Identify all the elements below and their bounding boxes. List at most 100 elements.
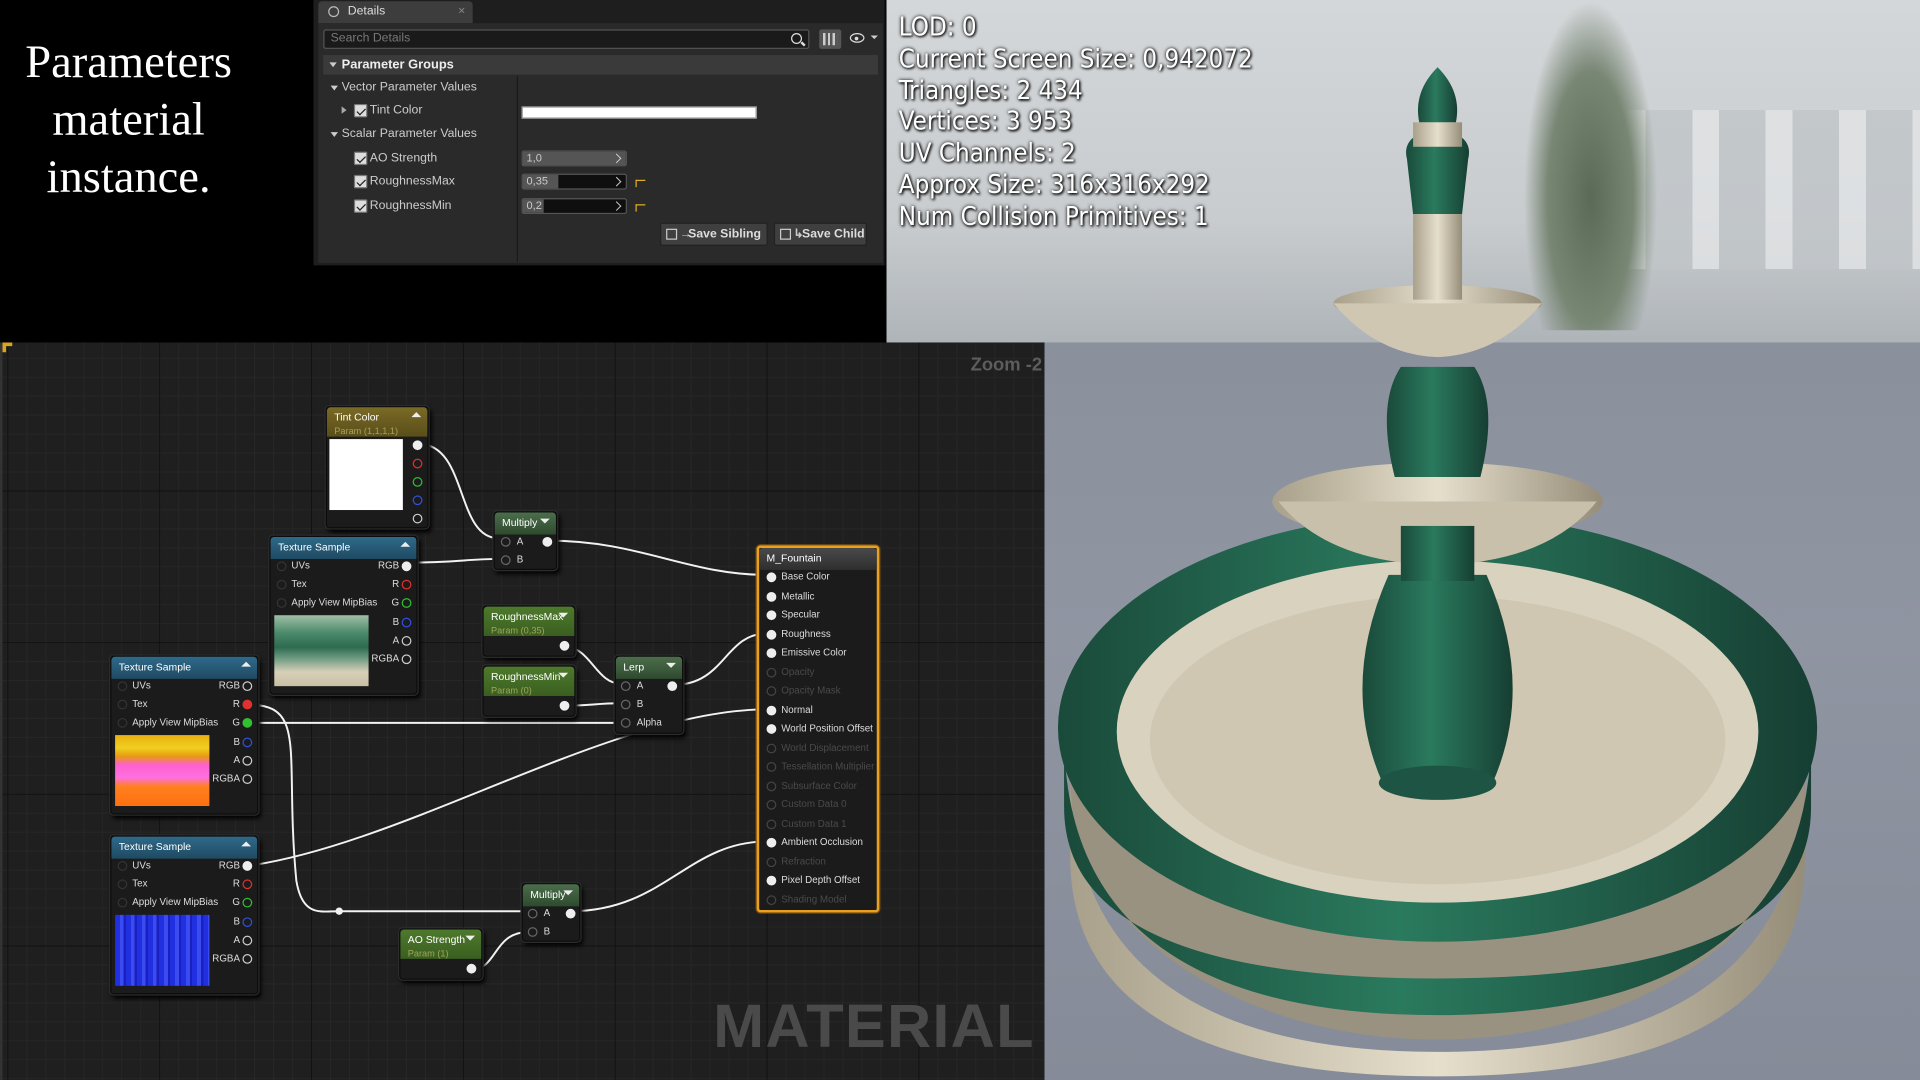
output-pin-rgba[interactable] [242,954,253,964]
property-matrix-button[interactable] [819,29,842,49]
multiply-node-1[interactable]: Multiply A B [493,511,558,570]
input-pin[interactable] [766,591,777,602]
roughness-min-node[interactable]: RoughnessMin Param (0) [482,665,576,717]
input-pin[interactable] [766,743,777,753]
input-pin[interactable] [620,699,631,710]
input-pin[interactable] [766,875,777,886]
input-pin[interactable] [766,837,777,848]
output-pin-g[interactable] [412,477,423,487]
texture-sample-node-1[interactable]: Texture Sample UVs Tex Apply View MipBia… [269,535,418,695]
roughness-min-checkbox[interactable] [353,199,368,213]
input-pin[interactable] [766,629,777,640]
output-pin-r[interactable] [401,579,412,590]
material-output-node[interactable]: M_Fountain Base Color Metallic Specular Rou… [756,545,880,913]
output-pin-b[interactable] [412,495,423,506]
input-pin[interactable] [527,927,538,937]
output-pin-g[interactable] [401,598,412,608]
output-pin[interactable] [565,908,576,919]
input-pin[interactable] [766,686,777,696]
input-pin[interactable] [766,648,777,659]
search-input[interactable]: Search Details [323,29,810,49]
reroute-node[interactable] [335,907,343,915]
input-pin[interactable] [766,705,777,715]
input-pin[interactable] [117,681,128,692]
texture-sample-node-2[interactable]: Texture Sample UVs Tex Apply View MipBia… [110,655,259,815]
output-pin-rgba[interactable] [401,654,412,665]
roughness-max-input[interactable]: 0,35 [521,173,627,190]
lerp-node[interactable]: Lerp A B Alpha [614,655,684,734]
texture-sample-node-3[interactable]: Texture Sample UVs Tex Apply View MipBia… [110,835,259,995]
output-pin-b[interactable] [242,737,253,748]
output-pin[interactable] [412,440,423,451]
input-pin[interactable] [766,818,777,829]
chevron-down-icon[interactable] [558,612,569,618]
tint-color-swatch[interactable] [521,106,757,119]
output-pin[interactable] [667,681,678,692]
expand-icon[interactable] [341,106,347,114]
chevron-down-icon[interactable] [666,662,676,668]
input-pin[interactable] [276,561,287,572]
output-pin-rgb[interactable] [242,681,253,692]
chevron-down-icon[interactable] [540,518,550,524]
eye-icon[interactable] [849,33,865,43]
input-pin[interactable] [117,861,128,871]
input-pin[interactable] [276,579,287,590]
input-pin[interactable] [766,780,777,791]
output-pin-rgb[interactable] [242,861,253,871]
chevron-down-icon[interactable] [465,935,476,941]
chevron-down-icon[interactable] [558,672,569,678]
output-pin-g[interactable] [242,717,253,728]
output-pin-b[interactable] [242,917,253,928]
ao-strength-input[interactable]: 1,0 [521,150,627,167]
input-pin[interactable] [620,681,631,692]
collapse-icon[interactable] [411,412,422,418]
parameter-groups-header[interactable]: Parameter Groups [323,55,878,75]
input-pin[interactable] [500,555,511,566]
roughness-max-checkbox[interactable] [353,174,368,189]
ao-strength-checkbox[interactable] [353,151,368,166]
input-pin[interactable] [766,761,777,772]
multiply-node-2[interactable]: Multiply A B [521,883,581,942]
input-pin[interactable] [620,717,631,728]
input-pin[interactable] [766,572,777,583]
output-pin[interactable] [559,700,570,711]
output-pin[interactable] [559,640,570,651]
input-pin[interactable] [766,667,777,677]
tint-color-node[interactable]: Tint Color Param (1,1,1,1) [325,406,429,529]
output-pin[interactable] [542,536,553,547]
collapse-icon[interactable] [400,541,411,547]
scalar-group-row[interactable]: Scalar Parameter Values [323,122,878,145]
output-pin-a[interactable] [242,935,253,946]
chevron-down-icon[interactable] [870,35,878,42]
output-pin-rgb[interactable] [401,561,412,572]
details-tab[interactable]: Details × [318,1,473,24]
save-sibling-button[interactable]: → Save Sibling [660,222,768,246]
input-pin[interactable] [117,717,128,728]
input-pin[interactable] [117,897,128,908]
search-icon[interactable] [791,33,803,45]
input-pin[interactable] [117,879,128,890]
input-pin[interactable] [766,724,777,734]
output-pin-a[interactable] [401,636,412,646]
output-pin-a[interactable] [412,513,423,524]
output-pin-r[interactable] [242,699,253,710]
input-pin[interactable] [766,610,777,621]
input-pin[interactable] [500,536,511,547]
collapse-icon[interactable] [241,841,252,847]
reset-to-default-icon[interactable] [635,179,646,188]
collapse-icon[interactable] [241,661,252,667]
ao-strength-node[interactable]: AO Strength Param (1) [399,928,483,980]
tint-color-checkbox[interactable] [353,103,368,118]
roughness-max-node[interactable]: RoughnessMax Param (0,35) [482,605,576,657]
output-pin-a[interactable] [242,755,253,766]
vector-group-row[interactable]: Vector Parameter Values [323,76,878,99]
output-pin-b[interactable] [401,617,412,628]
chevron-down-icon[interactable] [563,890,574,896]
output-pin[interactable] [466,963,477,974]
close-icon[interactable]: × [458,1,465,23]
input-pin[interactable] [766,894,777,905]
material-graph[interactable]: Zoom -2 MATERIAL Tint Color Param (1,1,1… [0,342,1045,1080]
output-pin-g[interactable] [242,897,253,908]
output-pin-r[interactable] [242,879,253,890]
input-pin[interactable] [276,598,287,608]
